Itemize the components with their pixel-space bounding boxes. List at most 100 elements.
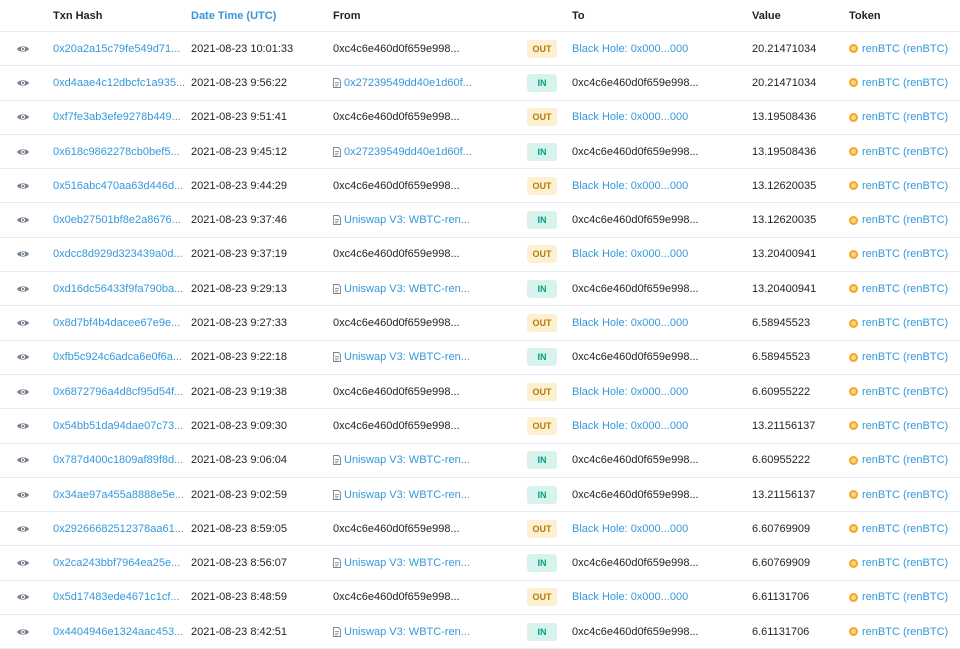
from-address[interactable]: 0x27239549dd40e1d60f... <box>333 135 472 168</box>
from-address[interactable]: Uniswap V3: WBTC-ren... <box>333 341 470 374</box>
from-address-text: 0xc4c6e460d0f659e998... <box>333 522 460 535</box>
direction-badge-cell: OUT <box>527 306 557 339</box>
to-address[interactable]: Black Hole: 0x000...000 <box>572 169 688 202</box>
token-link[interactable]: renBTC (renBTC) <box>849 306 948 339</box>
column-header-token: Token <box>849 9 881 22</box>
token-link[interactable]: renBTC (renBTC) <box>849 203 948 236</box>
from-address[interactable]: 0xc4c6e460d0f659e998... <box>333 238 460 271</box>
to-address[interactable]: Black Hole: 0x000...000 <box>572 238 688 271</box>
value: 6.58945523 <box>752 317 811 330</box>
from-address[interactable]: 0xc4c6e460d0f659e998... <box>333 375 460 408</box>
txn-hash-link[interactable]: 0x34ae97a455a8888e5e... <box>53 478 184 511</box>
txn-hash-link[interactable]: 0xd4aae4c12dbcfc1a935... <box>53 66 185 99</box>
to-address[interactable]: 0xc4c6e460d0f659e998... <box>572 272 699 305</box>
token-link[interactable]: renBTC (renBTC) <box>849 32 948 65</box>
to-address[interactable]: 0xc4c6e460d0f659e998... <box>572 444 699 477</box>
txn-hash-link[interactable]: 0xdcc8d929d323439a0d... <box>53 238 183 271</box>
preview-button[interactable] <box>14 135 32 168</box>
to-address[interactable]: 0xc4c6e460d0f659e998... <box>572 546 699 579</box>
preview-button[interactable] <box>14 581 32 614</box>
from-address[interactable]: Uniswap V3: WBTC-ren... <box>333 615 470 648</box>
from-address[interactable]: Uniswap V3: WBTC-ren... <box>333 546 470 579</box>
to-address[interactable]: 0xc4c6e460d0f659e998... <box>572 615 699 648</box>
token-link[interactable]: renBTC (renBTC) <box>849 66 948 99</box>
from-address-text: Uniswap V3: WBTC-ren... <box>344 557 470 570</box>
txn-hash-link[interactable]: 0x618c9862278cb0bef5... <box>53 135 180 168</box>
txn-hash-link[interactable]: 0xfb5c924c6adca6e0f6a... <box>53 341 182 374</box>
to-address[interactable]: Black Hole: 0x000...000 <box>572 101 688 134</box>
preview-button[interactable] <box>14 101 32 134</box>
renbtc-token-icon <box>849 421 858 431</box>
to-address[interactable]: 0xc4c6e460d0f659e998... <box>572 478 699 511</box>
to-address[interactable]: Black Hole: 0x000...000 <box>572 375 688 408</box>
token-name: renBTC (renBTC) <box>862 488 949 501</box>
txn-hash-link[interactable]: 0x20a2a15c79fe549d71... <box>53 32 180 65</box>
txn-hash-link[interactable]: 0x29266682512378aa61... <box>53 512 184 545</box>
preview-button[interactable] <box>14 169 32 202</box>
from-address[interactable]: Uniswap V3: WBTC-ren... <box>333 203 470 236</box>
preview-button[interactable] <box>14 306 32 339</box>
from-address[interactable]: 0x27239549dd40e1d60f... <box>333 66 472 99</box>
to-address[interactable]: 0xc4c6e460d0f659e998... <box>572 203 699 236</box>
token-link[interactable]: renBTC (renBTC) <box>849 135 948 168</box>
preview-button[interactable] <box>14 32 32 65</box>
token-link[interactable]: renBTC (renBTC) <box>849 101 948 134</box>
from-address[interactable]: 0xc4c6e460d0f659e998... <box>333 409 460 442</box>
from-address[interactable]: Uniswap V3: WBTC-ren... <box>333 444 470 477</box>
txn-hash-link[interactable]: 0x5d17483ede4671c1cf... <box>53 581 180 614</box>
token-link[interactable]: renBTC (renBTC) <box>849 581 948 614</box>
preview-button[interactable] <box>14 272 32 305</box>
to-address[interactable]: 0xc4c6e460d0f659e998... <box>572 135 699 168</box>
token-link[interactable]: renBTC (renBTC) <box>849 238 948 271</box>
token-link[interactable]: renBTC (renBTC) <box>849 341 948 374</box>
from-address[interactable]: 0xc4c6e460d0f659e998... <box>333 306 460 339</box>
token-link[interactable]: renBTC (renBTC) <box>849 375 948 408</box>
txn-hash-link[interactable]: 0x6872796a4d8cf95d54f... <box>53 375 183 408</box>
txn-hash-link[interactable]: 0x4404946e1324aac453... <box>53 615 183 648</box>
to-address[interactable]: Black Hole: 0x000...000 <box>572 409 688 442</box>
from-address[interactable]: 0xc4c6e460d0f659e998... <box>333 169 460 202</box>
to-address[interactable]: Black Hole: 0x000...000 <box>572 306 688 339</box>
from-address[interactable]: 0xc4c6e460d0f659e998... <box>333 32 460 65</box>
preview-button[interactable] <box>14 341 32 374</box>
txn-hash-link[interactable]: 0x54bb51da94dae07c73... <box>53 409 183 442</box>
preview-button[interactable] <box>14 444 32 477</box>
preview-button[interactable] <box>14 512 32 545</box>
from-address[interactable]: 0xc4c6e460d0f659e998... <box>333 512 460 545</box>
to-address[interactable]: 0xc4c6e460d0f659e998... <box>572 341 699 374</box>
txn-hash-link[interactable]: 0x2ca243bbf7964ea25e... <box>53 546 180 579</box>
column-header-to: To <box>572 9 585 22</box>
from-address[interactable]: 0xc4c6e460d0f659e998... <box>333 101 460 134</box>
txn-hash-link[interactable]: 0x787d400c1809af89f8d... <box>53 444 183 477</box>
table-row: 0x516abc470aa63d446d... 2021-08-23 9:44:… <box>0 169 960 204</box>
preview-button[interactable] <box>14 375 32 408</box>
txn-hash-link[interactable]: 0xd16dc56433f9fa790ba... <box>53 272 183 305</box>
token-link[interactable]: renBTC (renBTC) <box>849 615 948 648</box>
txn-hash-link[interactable]: 0x516abc470aa63d446d... <box>53 169 183 202</box>
to-address[interactable]: 0xc4c6e460d0f659e998... <box>572 66 699 99</box>
preview-button[interactable] <box>14 478 32 511</box>
token-link[interactable]: renBTC (renBTC) <box>849 169 948 202</box>
txn-hash-link[interactable]: 0x8d7bf4b4dacee67e9e... <box>53 306 180 339</box>
token-link[interactable]: renBTC (renBTC) <box>849 409 948 442</box>
token-link[interactable]: renBTC (renBTC) <box>849 478 948 511</box>
from-address[interactable]: 0xc4c6e460d0f659e998... <box>333 581 460 614</box>
preview-button[interactable] <box>14 615 32 648</box>
preview-button[interactable] <box>14 238 32 271</box>
token-link[interactable]: renBTC (renBTC) <box>849 546 948 579</box>
preview-button[interactable] <box>14 546 32 579</box>
token-link[interactable]: renBTC (renBTC) <box>849 272 948 305</box>
preview-button[interactable] <box>14 409 32 442</box>
token-link[interactable]: renBTC (renBTC) <box>849 444 948 477</box>
txn-hash-link[interactable]: 0x0eb27501bf8e2a8676... <box>53 203 181 236</box>
preview-button[interactable] <box>14 66 32 99</box>
txn-hash-link[interactable]: 0xf7fe3ab3efe9278b449... <box>53 101 181 134</box>
to-address[interactable]: Black Hole: 0x000...000 <box>572 512 688 545</box>
from-address[interactable]: Uniswap V3: WBTC-ren... <box>333 272 470 305</box>
from-address[interactable]: Uniswap V3: WBTC-ren... <box>333 478 470 511</box>
preview-button[interactable] <box>14 203 32 236</box>
to-address[interactable]: Black Hole: 0x000...000 <box>572 32 688 65</box>
token-link[interactable]: renBTC (renBTC) <box>849 512 948 545</box>
to-address[interactable]: Black Hole: 0x000...000 <box>572 581 688 614</box>
column-header-date-time[interactable]: Date Time (UTC) <box>191 0 276 31</box>
